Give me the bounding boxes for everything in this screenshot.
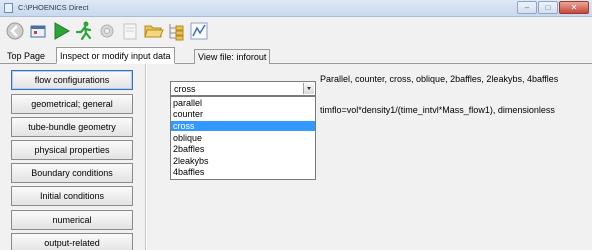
chart-button[interactable] (188, 20, 210, 42)
folder-open-icon (144, 25, 164, 38)
tab-inspect-input[interactable]: Inspect or modify input data (56, 47, 175, 64)
option-2leakybs[interactable]: 2leakybs (171, 156, 315, 166)
initial-conditions-button[interactable]: Initial conditions (11, 186, 133, 206)
window-controls: – □ ✕ (516, 1, 589, 15)
option-2baffles[interactable]: 2baffles (171, 144, 315, 154)
tube-bundle-geometry-button[interactable]: tube-bundle geometry (11, 117, 133, 137)
back-icon (6, 22, 24, 40)
back-button[interactable] (4, 20, 26, 42)
run-button[interactable] (50, 20, 72, 42)
minimize-button[interactable]: – (517, 1, 537, 14)
run-solver-button[interactable] (73, 20, 95, 42)
physical-properties-button[interactable]: physical properties (11, 140, 133, 160)
toolbar (0, 17, 592, 47)
options-description: Parallel, counter, cross, oblique, 2baff… (320, 74, 559, 84)
window-icon (30, 25, 46, 38)
title-bar: C:\PHOENICS Direct – □ ✕ (0, 0, 592, 17)
option-4baffles[interactable]: 4baffles (171, 167, 315, 177)
flow-config-dropdown: parallel counter cross oblique 2baffles … (170, 96, 316, 180)
tab-strip: Top Page Inspect or modify input data Vi… (0, 47, 592, 64)
option-oblique[interactable]: oblique (171, 133, 315, 143)
boundary-conditions-button[interactable]: Boundary conditions (11, 163, 133, 183)
tab-top-page[interactable]: Top Page (4, 49, 48, 64)
select-value: cross (174, 84, 196, 94)
app-icon (4, 3, 13, 13)
open-folder-button[interactable] (142, 20, 164, 42)
window-title: C:\PHOENICS Direct (18, 3, 89, 12)
maximize-button[interactable]: □ (538, 1, 558, 14)
tree-button[interactable] (165, 20, 187, 42)
option-parallel[interactable]: parallel (171, 98, 315, 108)
output-related-button[interactable]: output-related (11, 233, 133, 250)
chevron-down-icon[interactable] (303, 83, 314, 94)
settings-button[interactable] (96, 20, 118, 42)
chart-icon (190, 22, 208, 40)
flow-config-select[interactable]: cross (170, 81, 316, 96)
page-icon (123, 23, 137, 40)
option-cross[interactable]: cross (171, 121, 315, 131)
window-button[interactable] (27, 20, 49, 42)
nav-panel: flow configurations geometrical; general… (0, 64, 146, 250)
page-button[interactable] (119, 20, 141, 42)
tab-view-inforout[interactable]: View file: inforout (194, 49, 271, 64)
option-counter[interactable]: counter (171, 109, 315, 119)
flow-configurations-button[interactable]: flow configurations (11, 70, 133, 90)
geometrical-general-button[interactable]: geometrical; general (11, 94, 133, 114)
close-button[interactable]: ✕ (559, 1, 589, 14)
run-icon (54, 22, 71, 40)
run-person-icon (75, 21, 92, 41)
settings-icon (100, 24, 114, 38)
formula-description: timflo=vol*density1/(time_intvl*Mass_flo… (320, 105, 555, 115)
numerical-button[interactable]: numerical (11, 210, 133, 230)
tree-icon (169, 24, 184, 41)
